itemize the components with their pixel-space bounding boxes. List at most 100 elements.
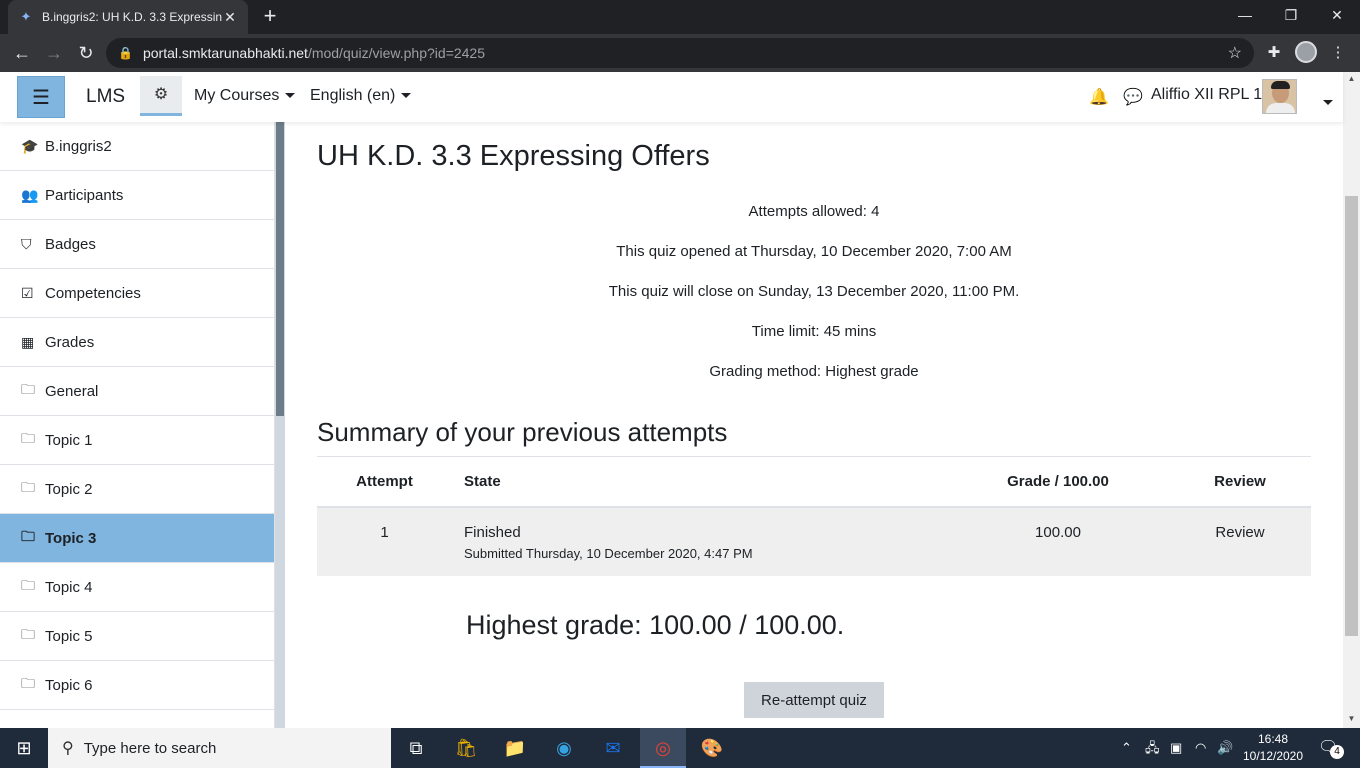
sidebar-item-topic-5[interactable]: 🗀 Topic 5 xyxy=(0,612,274,661)
chevron-up-icon[interactable]: ⌃ xyxy=(1121,728,1132,768)
browser-tab-bar: ✦ B.inggris2: UH K.D. 3.3 Expressing ✕ +… xyxy=(0,0,1360,34)
sidebar-scrollbar[interactable] xyxy=(275,122,285,728)
chat-icon[interactable]: 💬 xyxy=(1123,87,1143,107)
chrome-icon[interactable]: ◎ xyxy=(640,728,686,768)
shield-icon: ⛉ xyxy=(21,235,32,252)
url-path: /mod/quiz/view.php?id=2425 xyxy=(307,45,486,61)
main-content: UH K.D. 3.3 Expressing Offers Attempts a… xyxy=(285,122,1343,728)
network-icon[interactable]: 🖧 xyxy=(1145,728,1160,768)
search-placeholder: Type here to search xyxy=(83,739,217,757)
notification-center-icon[interactable]: 🗨 4 xyxy=(1318,737,1344,759)
gears-icon: ⚙ xyxy=(153,86,169,103)
minimize-button[interactable]: — xyxy=(1222,0,1268,30)
extensions-icon[interactable]: ✚ xyxy=(1262,41,1286,65)
page-scrollbar[interactable]: ▲ ▼ xyxy=(1343,72,1360,728)
tab-title: B.inggris2: UH K.D. 3.3 Expressing xyxy=(42,10,222,24)
folder-icon: 🗀 xyxy=(21,430,35,446)
table-icon: ▦ xyxy=(21,333,35,350)
quiz-closes: This quiz will close on Sunday, 13 Decem… xyxy=(608,283,1020,300)
paint-icon[interactable]: 🎨 xyxy=(689,728,735,768)
sidebar-item-general[interactable]: 🗀 General xyxy=(0,367,274,416)
close-tab-icon[interactable]: ✕ xyxy=(222,9,238,26)
folder-icon: 🗀 xyxy=(21,528,35,544)
sidebar-item-topic-3[interactable]: 🗀 Topic 3 xyxy=(0,514,274,563)
course-nav-drawer: 🎓 B.inggris2 👥 Participants ⛉ Badges ☑ Competen… xyxy=(0,122,275,728)
browser-tab[interactable]: ✦ B.inggris2: UH K.D. 3.3 Expressing ✕ xyxy=(8,0,248,34)
sidebar-item-competencies[interactable]: ☑ Competencies xyxy=(0,269,274,318)
review-link[interactable]: Review xyxy=(1169,506,1311,576)
user-menu-caret[interactable] xyxy=(1317,94,1333,112)
user-name[interactable]: Aliffio XII RPL 1 xyxy=(1151,86,1262,104)
sidebar-item-label: Grades xyxy=(45,333,95,351)
language-menu[interactable]: English (en) xyxy=(310,87,412,105)
sidebar-item-label: Competencies xyxy=(45,284,141,302)
folder-icon: 🗀 xyxy=(21,675,35,691)
address-bar[interactable]: 🔒 portal.smktarunabhakti.net /mod/quiz/v… xyxy=(106,38,1254,68)
sidebar-item-b-inggris2[interactable]: 🎓 B.inggris2 xyxy=(0,122,274,171)
task-view-icon[interactable]: ⧉ xyxy=(393,728,439,768)
sidebar-item-label: Topic 6 xyxy=(45,676,93,694)
taskbar-search[interactable]: ⚲ Type here to search xyxy=(48,728,391,768)
sidebar-item-participants[interactable]: 👥 Participants xyxy=(0,171,274,220)
moodle-favicon-icon: ✦ xyxy=(20,9,32,24)
forward-icon[interactable]: → xyxy=(42,41,66,65)
hamburger-menu-button[interactable]: ☰ xyxy=(17,76,65,118)
sidebar-item-label: Badges xyxy=(45,235,96,253)
time-limit: Time limit: 45 mins xyxy=(751,323,877,340)
reload-icon[interactable]: ↻ xyxy=(74,41,98,65)
site-brand[interactable]: LMS xyxy=(86,86,125,108)
highest-grade: Highest grade: 100.00 / 100.00. xyxy=(466,610,845,640)
my-courses-menu[interactable]: My Courses xyxy=(194,87,296,105)
quiz-opened: This quiz opened at Thursday, 10 Decembe… xyxy=(616,243,1012,260)
close-window-button[interactable]: ✕ xyxy=(1314,0,1360,30)
attempt-number: 1 xyxy=(317,506,452,576)
sidebar-item-badges[interactable]: ⛉ Badges xyxy=(0,220,274,269)
reattempt-quiz-button[interactable]: Re-attempt quiz xyxy=(744,682,884,718)
avatar[interactable] xyxy=(1262,79,1297,114)
sidebar-item-topic-6[interactable]: 🗀 Topic 6 xyxy=(0,661,274,710)
sidebar-item-label: General xyxy=(45,382,99,400)
store-icon[interactable]: 🛍 xyxy=(443,728,489,768)
profile-avatar-icon[interactable] xyxy=(1295,41,1317,63)
attempt-state: Finished xyxy=(464,523,521,541)
graduation-cap-icon: 🎓 xyxy=(21,137,39,154)
scroll-down-icon[interactable]: ▼ xyxy=(1343,714,1360,723)
restore-button[interactable]: ❐ xyxy=(1268,0,1314,30)
scroll-up-icon[interactable]: ▲ xyxy=(1343,74,1360,83)
file-explorer-icon[interactable]: 📁 xyxy=(492,728,538,768)
sidebar-item-label: Topic 1 xyxy=(45,431,93,449)
attempt-grade: 100.00 xyxy=(947,506,1169,576)
system-clock[interactable]: 16:48 10/12/2020 xyxy=(1238,731,1308,765)
settings-button[interactable]: ⚙ xyxy=(140,76,182,116)
chevron-down-icon xyxy=(1323,100,1333,106)
windows-start-icon[interactable]: ⊞ xyxy=(0,728,48,768)
top-navbar: ☰ LMS ⚙ My Courses English (en) 🔔 💬 Alif… xyxy=(0,72,1343,122)
submitted-time: Submitted Thursday, 10 December 2020, 4:… xyxy=(464,545,753,561)
column-header-state: State xyxy=(452,456,947,508)
mail-icon[interactable]: ✉ xyxy=(590,728,636,768)
sidebar-item-topic-2[interactable]: 🗀 Topic 2 xyxy=(0,465,274,514)
browser-toolbar: ← → ↻ 🔒 portal.smktarunabhakti.net /mod/… xyxy=(0,34,1360,72)
attempts-allowed: Attempts allowed: 4 xyxy=(748,203,880,220)
sidebar-item-label: B.inggris2 xyxy=(45,137,112,155)
volume-icon[interactable]: 🔊 xyxy=(1217,728,1233,768)
bookmark-star-icon[interactable]: ☆ xyxy=(1228,43,1242,63)
edge-icon[interactable]: ◉ xyxy=(541,728,587,768)
sidebar-item-label: Topic 2 xyxy=(45,480,93,498)
scrollbar-thumb[interactable] xyxy=(1345,196,1358,636)
back-icon[interactable]: ← xyxy=(10,41,34,65)
sidebar-item-topic-1[interactable]: 🗀 Topic 1 xyxy=(0,416,274,465)
sidebar-item-label: Topic 5 xyxy=(45,627,93,645)
bell-icon[interactable]: 🔔 xyxy=(1089,87,1109,107)
sidebar-item-label: Topic 3 xyxy=(45,529,97,547)
clock-time: 16:48 xyxy=(1257,732,1289,746)
new-tab-button[interactable]: + xyxy=(258,5,282,29)
sidebar-item-topic-4[interactable]: 🗀 Topic 4 xyxy=(0,563,274,612)
meet-now-icon[interactable]: ▣ xyxy=(1170,728,1182,768)
wifi-icon[interactable]: ◠ xyxy=(1195,728,1206,768)
summary-heading: Summary of your previous attempts xyxy=(317,417,728,447)
browser-menu-icon[interactable]: ⋮ xyxy=(1326,41,1350,65)
column-header-review: Review xyxy=(1169,456,1311,508)
grading-method: Grading method: Highest grade xyxy=(709,363,919,380)
sidebar-item-grades[interactable]: ▦ Grades xyxy=(0,318,274,367)
